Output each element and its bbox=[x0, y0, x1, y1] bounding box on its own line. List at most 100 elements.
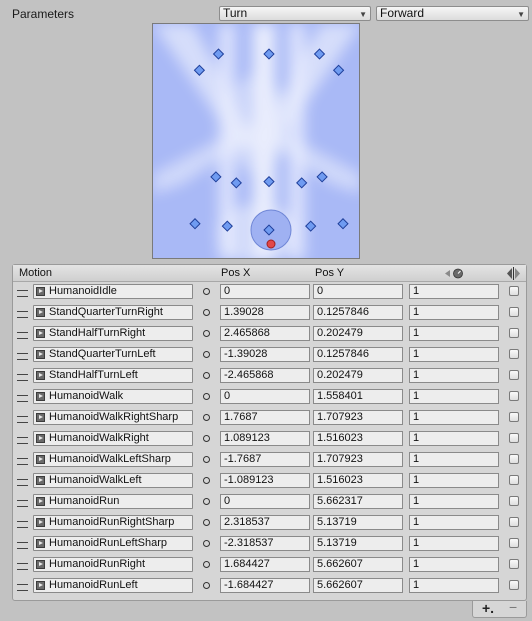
mirror-checkbox[interactable] bbox=[509, 328, 519, 338]
mirror-checkbox[interactable] bbox=[509, 559, 519, 569]
param-x-dropdown[interactable]: Turn ▼ bbox=[219, 6, 371, 21]
drag-handle-icon[interactable] bbox=[17, 563, 28, 570]
motion-clip-field[interactable]: HumanoidWalkLeftSharp bbox=[33, 452, 193, 467]
pos-x-field[interactable]: -2.318537 bbox=[220, 536, 310, 551]
speed-field[interactable]: 1 bbox=[409, 389, 499, 404]
pos-y-field[interactable]: 1.558401 bbox=[313, 389, 403, 404]
object-picker-icon[interactable] bbox=[203, 309, 210, 316]
motion-row[interactable]: HumanoidWalk 0 1.558401 1 bbox=[13, 387, 526, 408]
drag-handle-icon[interactable] bbox=[17, 353, 28, 360]
drag-handle-icon[interactable] bbox=[17, 500, 28, 507]
pos-y-field[interactable]: 1.707923 bbox=[313, 452, 403, 467]
motion-row[interactable]: HumanoidRunRightSharp 2.318537 5.13719 1 bbox=[13, 513, 526, 534]
param-y-dropdown[interactable]: Forward ▼ bbox=[376, 6, 529, 21]
mirror-checkbox[interactable] bbox=[509, 370, 519, 380]
speed-field[interactable]: 1 bbox=[409, 326, 499, 341]
mirror-checkbox[interactable] bbox=[509, 496, 519, 506]
speed-field[interactable]: 1 bbox=[409, 473, 499, 488]
drag-handle-icon[interactable] bbox=[17, 521, 28, 528]
speed-field[interactable]: 1 bbox=[409, 305, 499, 320]
pos-y-field[interactable]: 5.662607 bbox=[313, 578, 403, 593]
speed-field[interactable]: 1 bbox=[409, 410, 499, 425]
pos-x-field[interactable]: -1.089123 bbox=[220, 473, 310, 488]
motion-row[interactable]: HumanoidWalkRightSharp 1.7687 1.707923 1 bbox=[13, 408, 526, 429]
pos-x-field[interactable]: 0 bbox=[220, 389, 310, 404]
motion-row[interactable]: HumanoidIdle 0 0 1 bbox=[13, 282, 526, 303]
pos-x-field[interactable]: 0 bbox=[220, 494, 310, 509]
object-picker-icon[interactable] bbox=[203, 477, 210, 484]
motion-row[interactable]: HumanoidWalkLeftSharp -1.7687 1.707923 1 bbox=[13, 450, 526, 471]
drag-handle-icon[interactable] bbox=[17, 374, 28, 381]
object-picker-icon[interactable] bbox=[203, 288, 210, 295]
mirror-checkbox[interactable] bbox=[509, 517, 519, 527]
pos-x-field[interactable]: 2.318537 bbox=[220, 515, 310, 530]
pos-y-field[interactable]: 0 bbox=[313, 284, 403, 299]
pos-x-field[interactable]: -1.7687 bbox=[220, 452, 310, 467]
mirror-checkbox[interactable] bbox=[509, 580, 519, 590]
pos-y-field[interactable]: 5.13719 bbox=[313, 515, 403, 530]
pos-x-field[interactable]: 1.39028 bbox=[220, 305, 310, 320]
drag-handle-icon[interactable] bbox=[17, 395, 28, 402]
pos-x-field[interactable]: 1.684427 bbox=[220, 557, 310, 572]
object-picker-icon[interactable] bbox=[203, 456, 210, 463]
mirror-checkbox[interactable] bbox=[509, 454, 519, 464]
speed-field[interactable]: 1 bbox=[409, 431, 499, 446]
object-picker-icon[interactable] bbox=[203, 351, 210, 358]
mirror-checkbox[interactable] bbox=[509, 391, 519, 401]
speed-field[interactable]: 1 bbox=[409, 452, 499, 467]
object-picker-icon[interactable] bbox=[203, 435, 210, 442]
motion-row[interactable]: HumanoidRunLeftSharp -2.318537 5.13719 1 bbox=[13, 534, 526, 555]
object-picker-icon[interactable] bbox=[203, 330, 210, 337]
object-picker-icon[interactable] bbox=[203, 519, 210, 526]
motion-clip-field[interactable]: HumanoidRunLeftSharp bbox=[33, 536, 193, 551]
pos-y-field[interactable]: 0.202479 bbox=[313, 326, 403, 341]
drag-handle-icon[interactable] bbox=[17, 542, 28, 549]
drag-handle-icon[interactable] bbox=[17, 584, 28, 591]
drag-handle-icon[interactable] bbox=[17, 458, 28, 465]
motion-clip-field[interactable]: HumanoidRun bbox=[33, 494, 193, 509]
motion-clip-field[interactable]: StandHalfTurnLeft bbox=[33, 368, 193, 383]
pos-x-field[interactable]: -2.465868 bbox=[220, 368, 310, 383]
motion-row[interactable]: HumanoidWalkLeft -1.089123 1.516023 1 bbox=[13, 471, 526, 492]
speed-field[interactable]: 1 bbox=[409, 494, 499, 509]
object-picker-icon[interactable] bbox=[203, 540, 210, 547]
pos-x-field[interactable]: -1.684427 bbox=[220, 578, 310, 593]
speed-field[interactable]: 1 bbox=[409, 557, 499, 572]
pos-y-field[interactable]: 1.707923 bbox=[313, 410, 403, 425]
motion-clip-field[interactable]: HumanoidWalkLeft bbox=[33, 473, 193, 488]
pos-x-field[interactable]: 0 bbox=[220, 284, 310, 299]
motion-row[interactable]: StandHalfTurnLeft -2.465868 0.202479 1 bbox=[13, 366, 526, 387]
pos-y-field[interactable]: 5.662317 bbox=[313, 494, 403, 509]
remove-motion-button[interactable]: − bbox=[509, 599, 517, 615]
speed-field[interactable]: 1 bbox=[409, 284, 499, 299]
speed-field[interactable]: 1 bbox=[409, 536, 499, 551]
motion-clip-field[interactable]: StandQuarterTurnRight bbox=[33, 305, 193, 320]
pos-y-field[interactable]: 5.13719 bbox=[313, 536, 403, 551]
object-picker-icon[interactable] bbox=[203, 393, 210, 400]
pos-y-field[interactable]: 1.516023 bbox=[313, 473, 403, 488]
pos-y-field[interactable]: 1.516023 bbox=[313, 431, 403, 446]
motion-clip-field[interactable]: StandQuarterTurnLeft bbox=[33, 347, 193, 362]
object-picker-icon[interactable] bbox=[203, 582, 210, 589]
pos-x-field[interactable]: 1.7687 bbox=[220, 410, 310, 425]
motion-clip-field[interactable]: HumanoidRunRightSharp bbox=[33, 515, 193, 530]
mirror-checkbox[interactable] bbox=[509, 433, 519, 443]
motion-row[interactable]: HumanoidRunLeft -1.684427 5.662607 1 bbox=[13, 576, 526, 597]
motion-row[interactable]: StandHalfTurnRight 2.465868 0.202479 1 bbox=[13, 324, 526, 345]
mirror-checkbox[interactable] bbox=[509, 286, 519, 296]
add-motion-button[interactable]: +. bbox=[482, 600, 494, 616]
motion-row[interactable]: StandQuarterTurnLeft -1.39028 0.1257846 … bbox=[13, 345, 526, 366]
motion-row[interactable]: HumanoidRun 0 5.662317 1 bbox=[13, 492, 526, 513]
mirror-checkbox[interactable] bbox=[509, 538, 519, 548]
pos-y-field[interactable]: 0.202479 bbox=[313, 368, 403, 383]
pos-y-field[interactable]: 5.662607 bbox=[313, 557, 403, 572]
pos-y-field[interactable]: 0.1257846 bbox=[313, 305, 403, 320]
object-picker-icon[interactable] bbox=[203, 561, 210, 568]
pos-x-field[interactable]: -1.39028 bbox=[220, 347, 310, 362]
drag-handle-icon[interactable] bbox=[17, 479, 28, 486]
speed-field[interactable]: 1 bbox=[409, 347, 499, 362]
current-blend-point[interactable] bbox=[266, 239, 276, 249]
motion-clip-field[interactable]: HumanoidWalkRight bbox=[33, 431, 193, 446]
mirror-checkbox[interactable] bbox=[509, 475, 519, 485]
motion-clip-field[interactable]: StandHalfTurnRight bbox=[33, 326, 193, 341]
